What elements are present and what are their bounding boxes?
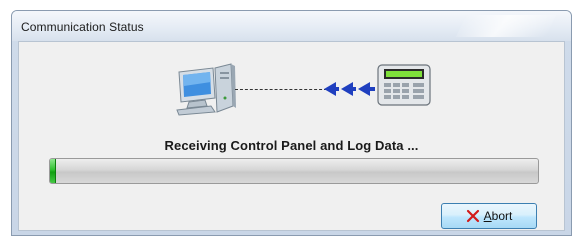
abort-button[interactable]: Abort	[441, 203, 537, 229]
abort-mnemonic: A	[483, 209, 492, 223]
computer-icon	[176, 63, 236, 116]
abort-label-rest: bort	[491, 209, 513, 223]
title-bar-gloss	[455, 15, 557, 37]
communication-status-dialog: Communication Status Receiving Control P…	[11, 10, 572, 236]
connection-line	[235, 89, 327, 90]
control-panel-keypad-icon	[377, 64, 431, 106]
dialog-body: Receiving Control Panel and Log Data ...…	[18, 41, 565, 231]
progress-bar	[49, 158, 539, 184]
status-message: Receiving Control Panel and Log Data ...	[164, 138, 419, 153]
abort-button-label: Abort	[484, 209, 513, 223]
title-bar[interactable]: Communication Status	[12, 11, 571, 41]
transfer-arrows-icon	[324, 82, 375, 96]
progress-bar-fill	[50, 159, 56, 183]
window-title: Communication Status	[21, 20, 144, 34]
close-x-icon	[466, 209, 479, 223]
